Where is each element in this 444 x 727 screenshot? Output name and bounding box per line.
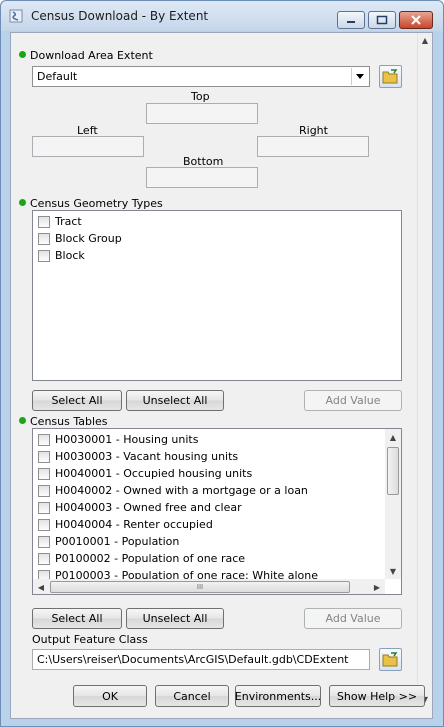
table-item[interactable]: P0010001 - Population xyxy=(38,533,179,550)
title-bar[interactable]: Census Download - By Extent xyxy=(1,1,443,31)
ok-button[interactable]: OK xyxy=(73,685,147,707)
maximize-button[interactable] xyxy=(368,11,396,29)
maximize-icon xyxy=(376,15,388,25)
open-folder-icon xyxy=(382,69,398,84)
required-dot-icon xyxy=(19,51,26,58)
table-item[interactable]: H0040002 - Owned with a mortgage or a lo… xyxy=(38,482,308,499)
right-field[interactable] xyxy=(257,136,369,157)
tables-vertical-scrollbar[interactable]: ▲ ▼ xyxy=(385,429,401,579)
output-field[interactable]: C:\Users\reiser\Documents\ArcGIS\Default… xyxy=(32,649,370,670)
checkbox[interactable] xyxy=(38,535,50,548)
checkbox[interactable] xyxy=(38,433,50,446)
census-download-window: Census Download - By Extent Download Are… xyxy=(0,0,444,727)
output-label: Output Feature Class xyxy=(32,633,148,646)
open-folder-icon xyxy=(382,652,398,667)
extent-label: Download Area Extent xyxy=(19,49,153,62)
minimize-button[interactable] xyxy=(337,11,365,29)
geometry-unselect-all-button[interactable]: Unselect All xyxy=(126,390,224,411)
environments-button[interactable]: Environments... xyxy=(235,685,321,707)
checkbox[interactable] xyxy=(38,215,50,228)
table-item[interactable]: H0030001 - Housing units xyxy=(38,431,198,448)
open-extent-button[interactable] xyxy=(379,65,402,88)
checkbox[interactable] xyxy=(38,467,50,480)
geometry-select-all-button[interactable]: Select All xyxy=(32,390,122,411)
left-field[interactable] xyxy=(32,136,144,157)
checkbox[interactable] xyxy=(38,501,50,514)
close-icon xyxy=(411,15,421,25)
checkbox[interactable] xyxy=(38,518,50,531)
checkbox[interactable] xyxy=(38,232,50,245)
dialog-vertical-scrollbar[interactable]: ▲ ▼ xyxy=(417,33,432,706)
tables-horizontal-scrollbar[interactable]: ◀ III ▶ xyxy=(33,579,385,594)
geometry-checklist: Tract Block Group Block xyxy=(32,210,402,381)
checkbox[interactable] xyxy=(38,484,50,497)
hscroll-thumb[interactable]: III xyxy=(50,581,350,593)
window-title: Census Download - By Extent xyxy=(31,9,209,23)
chevron-down-icon xyxy=(351,68,368,85)
show-help-button[interactable]: Show Help >> xyxy=(329,685,425,707)
tables-unselect-all-button[interactable]: Unselect All xyxy=(126,608,224,629)
table-item[interactable]: P0100002 - Population of one race xyxy=(38,550,245,567)
scroll-thumb[interactable] xyxy=(387,447,399,495)
geometry-item-block[interactable]: Block xyxy=(38,247,85,264)
table-item[interactable]: H0040004 - Renter occupied xyxy=(38,516,213,533)
extent-selected-value: Default xyxy=(37,70,78,83)
table-item[interactable]: H0040003 - Owned free and clear xyxy=(38,499,242,516)
table-item[interactable]: H0030003 - Vacant housing units xyxy=(38,448,238,465)
scroll-right-icon[interactable]: ▶ xyxy=(369,579,385,594)
scroll-left-icon[interactable]: ◀ xyxy=(33,579,49,594)
scroll-up-icon[interactable]: ▲ xyxy=(418,33,432,47)
geometry-item-tract[interactable]: Tract xyxy=(38,213,82,230)
extent-dropdown[interactable]: Default xyxy=(32,66,370,87)
tool-icon xyxy=(9,9,23,23)
top-label: Top xyxy=(191,90,210,103)
dialog-client: Download Area Extent Default Top Left Ri… xyxy=(10,32,433,719)
tables-checklist: H0030001 - Housing units H0030003 - Vaca… xyxy=(32,428,402,595)
checkbox[interactable] xyxy=(38,450,50,463)
checkbox[interactable] xyxy=(38,552,50,565)
hscroll-grip: III xyxy=(196,583,204,591)
geometry-label: Census Geometry Types xyxy=(19,197,163,210)
scroll-up-icon[interactable]: ▲ xyxy=(385,429,401,445)
bottom-field[interactable] xyxy=(146,167,258,188)
table-item[interactable]: H0040001 - Occupied housing units xyxy=(38,465,252,482)
parameters-panel: Download Area Extent Default Top Left Ri… xyxy=(11,33,417,706)
tables-label: Census Tables xyxy=(19,415,108,428)
required-dot-icon xyxy=(19,417,26,424)
close-button[interactable] xyxy=(399,11,433,29)
browse-output-button[interactable] xyxy=(379,648,402,671)
required-dot-icon xyxy=(19,199,26,206)
minimize-icon xyxy=(347,21,355,23)
geometry-item-block-group[interactable]: Block Group xyxy=(38,230,122,247)
checkbox[interactable] xyxy=(38,249,50,262)
cancel-button[interactable]: Cancel xyxy=(155,685,229,707)
tables-add-value-button[interactable]: Add Value xyxy=(304,608,402,629)
geometry-add-value-button[interactable]: Add Value xyxy=(304,390,402,411)
scroll-down-icon[interactable]: ▼ xyxy=(385,563,401,579)
tables-select-all-button[interactable]: Select All xyxy=(32,608,122,629)
top-field[interactable] xyxy=(146,103,258,124)
